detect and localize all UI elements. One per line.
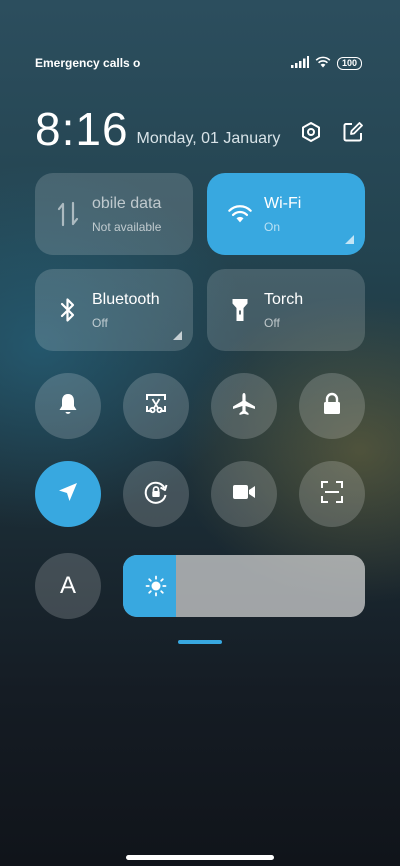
tile-torch[interactable]: Torch Off [207, 269, 365, 351]
toggle-screen-recorder[interactable] [211, 461, 277, 527]
signal-icon [290, 55, 309, 71]
header-actions [299, 120, 365, 144]
mobile-data-label: obile data [92, 195, 162, 212]
wifi-icon [227, 199, 253, 229]
scan-icon [320, 480, 344, 509]
video-camera-icon [231, 482, 257, 507]
torch-label: Torch [264, 291, 304, 308]
sun-icon [145, 575, 167, 597]
status-bar: Emergency calls o 100 [35, 54, 362, 72]
torch-state: Off [264, 316, 280, 330]
bell-icon [57, 392, 79, 421]
wifi-state: On [264, 220, 281, 234]
mobile-data-state: Not available [92, 220, 162, 234]
bluetooth-expand-indicator[interactable] [173, 331, 182, 340]
location-arrow-icon [57, 481, 79, 508]
wifi-label: Wi-Fi [264, 195, 302, 212]
tile-mobile-data[interactable]: obile data Not available [35, 173, 193, 255]
toggle-ringer[interactable] [35, 373, 101, 439]
page-indicator [178, 640, 222, 644]
clock-date: Monday, 01 January [136, 130, 281, 147]
battery-indicator: 100 [336, 56, 362, 70]
clock-header: 8:16 Monday, 01 January [35, 100, 365, 152]
tile-wifi[interactable]: Wi-Fi On [207, 173, 365, 255]
toggle-auto-rotate[interactable] [123, 461, 189, 527]
settings-icon[interactable] [299, 120, 323, 144]
edit-icon[interactable] [341, 120, 365, 144]
bluetooth-state: Off [92, 316, 108, 330]
bluetooth-label: Bluetooth [92, 291, 160, 308]
toggle-screenshot[interactable] [123, 373, 189, 439]
bluetooth-icon [55, 295, 81, 325]
toggle-auto-brightness[interactable]: A [35, 553, 101, 619]
carrier-text: Emergency calls o [35, 56, 141, 70]
scissors-screenshot-icon [144, 392, 168, 421]
toggle-location[interactable] [35, 461, 101, 527]
lock-icon [322, 392, 342, 421]
wifi-status-icon [315, 56, 331, 71]
toggle-scanner[interactable] [299, 461, 365, 527]
toggle-airplane-mode[interactable] [211, 373, 277, 439]
mobile-data-icon [55, 199, 81, 229]
home-indicator[interactable] [126, 855, 274, 860]
status-icons: 100 [290, 55, 362, 71]
toggle-lock-screen[interactable] [299, 373, 365, 439]
clock-time: 8:16 [35, 103, 129, 155]
rotation-lock-icon [143, 479, 169, 510]
airplane-icon [231, 391, 257, 422]
wifi-expand-indicator[interactable] [345, 235, 354, 244]
auto-brightness-label: A [59, 572, 76, 599]
brightness-slider[interactable] [123, 555, 365, 617]
torch-icon [227, 295, 253, 325]
tile-bluetooth[interactable]: Bluetooth Off [35, 269, 193, 351]
